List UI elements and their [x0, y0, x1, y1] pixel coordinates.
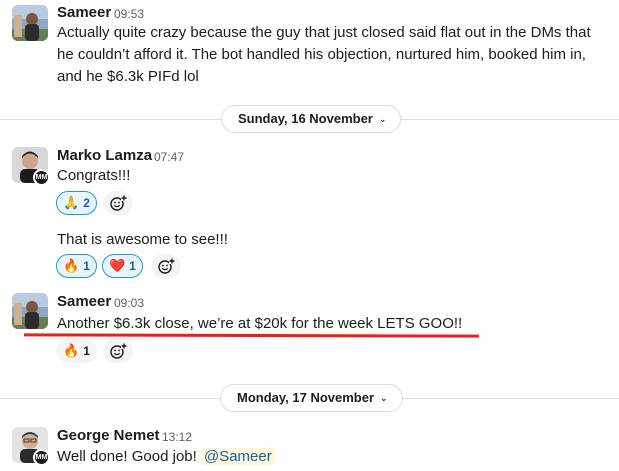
message-timestamp[interactable]: 09:03: [114, 296, 144, 310]
reaction-pray[interactable]: 🙏 2: [56, 191, 97, 215]
day-divider-label: Sunday, 16 November: [238, 111, 373, 126]
avatar-badge: MM: [33, 449, 50, 466]
reaction-count: 1: [129, 259, 136, 273]
message-text: Well done! Good job! @Sameer: [57, 446, 275, 468]
fire-emoji-icon: 🔥: [63, 258, 80, 273]
message-text: Another $6.3k close, we’re at $20k for t…: [57, 315, 463, 332]
reaction-fire[interactable]: 🔥 1: [56, 339, 97, 363]
message-author[interactable]: George Nemet: [57, 427, 160, 444]
message-text-line: and he $6.3k PIFd lol: [57, 68, 199, 85]
chevron-down-icon: ⌄: [380, 393, 388, 403]
add-reaction-icon: [158, 258, 175, 274]
pray-emoji-icon: 🙏: [63, 195, 80, 210]
day-divider-label: Monday, 17 November: [237, 390, 375, 405]
day-divider-button[interactable]: Sunday, 16 November ⌄: [221, 105, 402, 133]
add-reaction-button[interactable]: [103, 339, 133, 363]
user-mention-link[interactable]: @Sameer: [200, 448, 275, 465]
message-timestamp[interactable]: 09:53: [114, 7, 144, 21]
reaction-count: 2: [83, 196, 90, 210]
day-divider-button[interactable]: Monday, 17 November ⌄: [220, 384, 403, 412]
avatar-sameer[interactable]: [12, 293, 48, 329]
avatar-sameer[interactable]: [12, 5, 48, 41]
reaction-count: 1: [83, 259, 90, 273]
message-text-line: Actually quite crazy because the guy tha…: [57, 24, 591, 41]
fire-emoji-icon: 🔥: [63, 343, 80, 358]
add-reaction-button[interactable]: [103, 191, 133, 215]
add-reaction-icon: [110, 343, 127, 359]
avatar-badge: MM: [33, 169, 50, 186]
message-author[interactable]: Sameer: [57, 4, 111, 21]
message-text: That is awesome to see!!!: [57, 231, 228, 248]
red-highlight-underline: [23, 333, 480, 338]
add-reaction-icon: [110, 195, 127, 211]
message-timestamp[interactable]: 13:12: [162, 430, 192, 444]
message-timestamp[interactable]: 07:47: [154, 150, 184, 164]
chevron-down-icon: ⌄: [378, 114, 387, 124]
reaction-fire[interactable]: 🔥 1: [56, 254, 97, 278]
message-author[interactable]: Sameer: [57, 293, 111, 310]
message-text: Congrats!!!: [57, 167, 131, 184]
message-text-content: Well done! Good job!: [57, 448, 197, 465]
add-reaction-button[interactable]: [151, 254, 181, 278]
message-text-line: he couldn’t afford it. The bot handled h…: [57, 46, 586, 63]
message-author[interactable]: Marko Lamza: [57, 147, 152, 164]
reaction-heart[interactable]: ❤️ 1: [102, 254, 143, 278]
reaction-count: 1: [83, 344, 90, 358]
heart-emoji-icon: ❤️: [109, 258, 126, 273]
